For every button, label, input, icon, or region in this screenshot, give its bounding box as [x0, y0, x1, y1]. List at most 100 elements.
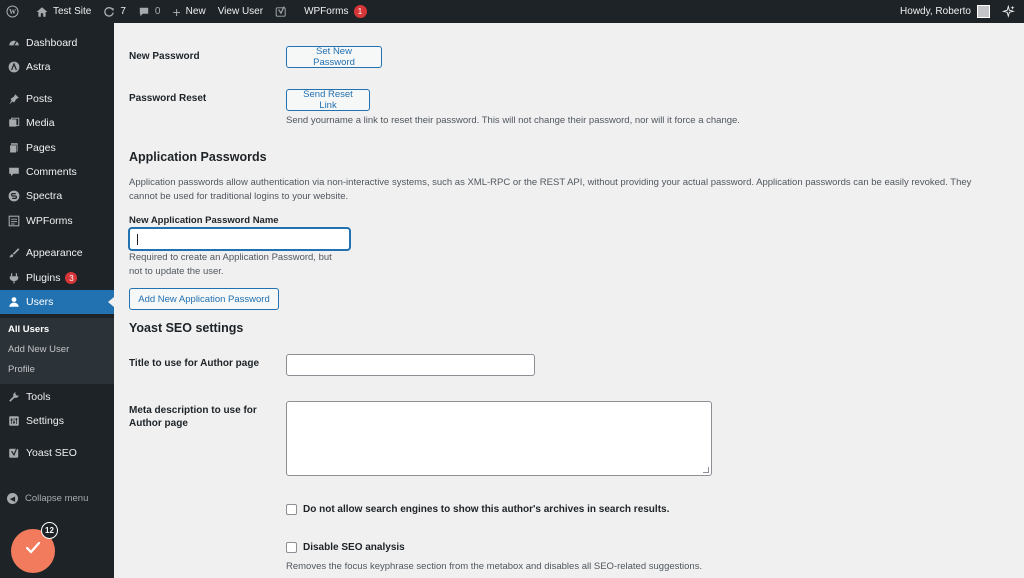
tools-icon	[7, 391, 20, 404]
meta-description-label: Meta description to use for Author page	[129, 404, 257, 430]
view-user-label: View User	[217, 6, 264, 17]
plus-icon: +	[172, 3, 181, 20]
pages-icon	[7, 142, 20, 155]
comments-menu[interactable]: 0	[132, 0, 167, 23]
yoast-menu[interactable]	[269, 0, 298, 23]
collapse-arrow-icon: ◀	[7, 493, 18, 504]
sidebar-item-settings[interactable]: Settings	[0, 409, 114, 433]
howdy-label: Howdy, Roberto	[900, 6, 971, 17]
yoast-icon	[275, 5, 287, 18]
submenu-item-all-users[interactable]: All Users	[8, 324, 49, 335]
astra-icon	[7, 61, 20, 74]
sidebar-item-label: Settings	[26, 415, 64, 427]
sidebar-item-label: Users	[26, 296, 54, 308]
site-name-label: Test Site	[53, 6, 92, 17]
wpforms-label: WPForms	[304, 6, 349, 17]
sidebar-item-yoast-seo[interactable]: Yoast SEO	[0, 441, 114, 465]
new-app-password-name-input[interactable]	[129, 228, 350, 250]
sidebar-item-label: Plugins	[26, 272, 61, 284]
site-name-menu[interactable]: Test Site	[30, 0, 97, 23]
sidebar-item-label: Yoast SEO	[26, 447, 77, 459]
sidebar-item-label: Spectra	[26, 190, 63, 202]
ai-assistant-button[interactable]	[996, 0, 1024, 23]
settings-icon	[7, 415, 20, 428]
disable-seo-analysis-checkbox[interactable]	[286, 542, 297, 553]
application-passwords-description: Application passwords allow authenticati…	[129, 176, 1009, 204]
label-line: Meta description to use for	[129, 405, 257, 416]
profile-form: New Password Set New Password Password R…	[114, 23, 1024, 578]
desc-line: Application passwords allow authenticati…	[129, 177, 972, 188]
users-submenu: All Users Add New User Profile	[0, 318, 114, 384]
yoast-icon	[7, 447, 20, 460]
noindex-author-checkbox[interactable]	[286, 504, 297, 515]
updates-icon	[103, 6, 115, 18]
home-icon	[36, 6, 48, 18]
send-reset-link-button[interactable]: Send Reset Link	[286, 89, 370, 111]
sidebar-item-appearance[interactable]: Appearance	[0, 241, 114, 265]
wp-logo-menu[interactable]: W	[0, 0, 30, 23]
dashboard-icon	[7, 37, 20, 50]
pin-icon	[7, 93, 20, 106]
submenu-item-profile[interactable]: Profile	[8, 364, 35, 375]
comments-count: 0	[154, 6, 161, 17]
sidebar-item-label: Astra	[26, 61, 51, 73]
wpforms-icon	[7, 215, 20, 228]
collapse-menu-button[interactable]: ◀ Collapse menu	[7, 493, 88, 504]
sidebar-item-posts[interactable]: Posts	[0, 87, 114, 111]
sidebar-item-wpforms[interactable]: WPForms	[0, 209, 114, 233]
app-password-help-text: Required to create an Application Passwo…	[129, 251, 332, 279]
sidebar-item-label: Pages	[26, 142, 56, 154]
new-password-label: New Password	[129, 51, 200, 62]
sidebar-item-label: Tools	[26, 391, 51, 403]
checkmark-icon	[23, 538, 43, 564]
author-title-label: Title to use for Author page	[129, 358, 260, 369]
avatar	[977, 5, 990, 18]
application-passwords-title: Application Passwords	[129, 150, 267, 164]
password-reset-label: Password Reset	[129, 93, 207, 104]
yoast-settings-title: Yoast SEO settings	[129, 321, 244, 335]
new-label: New	[185, 6, 206, 17]
disable-seo-analysis-description: Removes the focus keyphrase section from…	[286, 561, 703, 572]
admin-sidebar: Dashboard Astra Posts Media Pages Commen…	[0, 23, 114, 578]
noindex-author-label[interactable]: Do not allow search engines to show this…	[303, 504, 669, 515]
sidebar-item-pages[interactable]: Pages	[0, 136, 114, 160]
sidebar-item-dashboard[interactable]: Dashboard	[0, 31, 114, 55]
collapse-menu-label: Collapse menu	[25, 493, 89, 504]
sidebar-item-comments[interactable]: Comments	[0, 160, 114, 184]
spectra-icon	[7, 190, 20, 203]
svg-text:W: W	[9, 8, 17, 16]
comment-bubble-icon	[138, 6, 150, 18]
updates-menu[interactable]: 7	[97, 0, 132, 23]
sidebar-item-label: Appearance	[26, 247, 83, 259]
meta-description-textarea[interactable]	[286, 401, 712, 476]
plugin-icon	[7, 272, 20, 285]
wpforms-menu[interactable]: WPForms 1	[298, 0, 372, 23]
sidebar-item-tools[interactable]: Tools	[0, 385, 114, 409]
sidebar-item-media[interactable]: Media	[0, 111, 114, 135]
plugins-update-badge: 3	[65, 272, 78, 284]
help-line: not to update the user.	[129, 266, 224, 277]
submenu-item-add-new-user[interactable]: Add New User	[8, 344, 69, 355]
new-app-password-name-label: New Application Password Name	[129, 215, 279, 226]
author-title-input[interactable]	[286, 354, 535, 376]
text-caret	[137, 234, 138, 245]
set-new-password-button[interactable]: Set New Password	[286, 46, 382, 68]
sidebar-item-users[interactable]: Users	[0, 290, 114, 314]
wpforms-badge: 1	[353, 5, 367, 18]
sidebar-item-plugins[interactable]: Plugins 3	[0, 266, 114, 290]
desc-line: cannot be used for traditional logins to…	[129, 191, 349, 202]
add-new-app-password-button[interactable]: Add New Application Password	[129, 288, 279, 310]
sidebar-item-label: Comments	[26, 166, 77, 178]
brush-icon	[7, 247, 20, 260]
view-user-link[interactable]: View User	[212, 0, 269, 23]
media-icon	[7, 117, 20, 130]
disable-seo-analysis-label[interactable]: Disable SEO analysis	[303, 542, 405, 553]
sidebar-item-astra[interactable]: Astra	[0, 55, 114, 79]
sidebar-item-spectra[interactable]: Spectra	[0, 184, 114, 208]
resize-grip-icon[interactable]	[703, 467, 709, 473]
comments-icon	[7, 166, 20, 179]
my-account-menu[interactable]: Howdy, Roberto	[894, 0, 996, 23]
new-content-menu[interactable]: + New	[166, 0, 211, 23]
sidebar-item-label: WPForms	[26, 215, 73, 227]
checklist-count-badge: 12	[41, 522, 58, 539]
